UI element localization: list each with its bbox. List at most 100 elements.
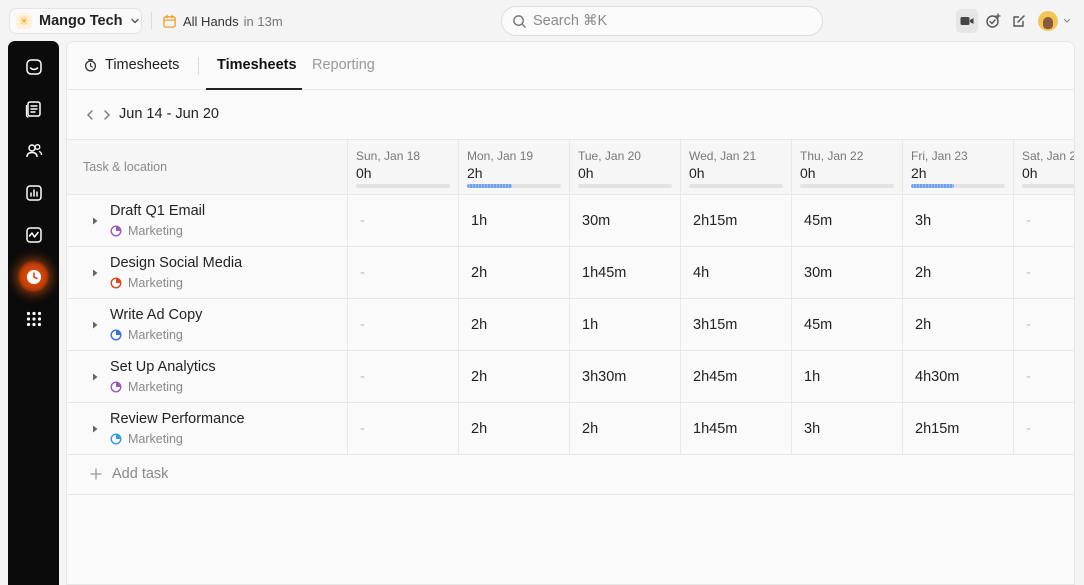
time-cell[interactable]: - [1013,403,1074,454]
time-value: - [360,317,365,333]
rail-inbox[interactable] [18,51,49,82]
time-cell[interactable]: 2h [902,299,1013,350]
time-value: 45m [804,213,833,229]
tab-reporting[interactable]: Reporting [312,57,375,73]
time-value: 2h15m [693,213,738,229]
status-icon [110,329,122,341]
time-value: - [1026,265,1031,281]
time-cell[interactable]: - [1013,247,1074,298]
time-cell[interactable]: 3h30m [569,351,680,402]
time-value: 3h30m [582,369,627,385]
time-value: 3h [915,213,932,229]
workspace-switcher[interactable]: ✳ Mango Tech [9,8,142,34]
rail-apps[interactable] [18,303,49,334]
time-cell[interactable]: 1h [569,299,680,350]
time-value: 2h45m [693,369,738,385]
date-range[interactable]: Jun 14 - Jun 20 [119,106,219,122]
expand-caret-icon[interactable] [91,424,99,434]
chevron-right-icon[interactable] [100,108,114,122]
time-cell[interactable]: 2h [458,351,569,402]
time-cell[interactable]: 45m [791,299,902,350]
time-cell[interactable]: 30m [791,247,902,298]
time-cell[interactable]: 2h [458,247,569,298]
check-circle-plus-icon [986,13,1001,28]
expand-caret-icon[interactable] [91,268,99,278]
grid-header: Task & location Sun, Jan 18 0h Mon, Jan 19… [67,139,1074,195]
task-name[interactable]: Review Performance [110,411,245,427]
time-cell[interactable]: - [1013,299,1074,350]
time-cell[interactable]: 1h45m [680,403,791,454]
rail-dashboards[interactable] [18,177,49,208]
time-cell[interactable]: 45m [791,195,902,246]
task-location: Marketing [110,276,183,290]
time-cell[interactable]: 3h [791,403,902,454]
day-label: Tue, Jan 20 [578,149,641,163]
time-cell[interactable]: - [1013,195,1074,246]
time-cell[interactable]: - [347,403,458,454]
time-cell[interactable]: 1h [791,351,902,402]
time-value: - [360,213,365,229]
time-cell[interactable]: 3h15m [680,299,791,350]
time-cell[interactable]: - [347,351,458,402]
task-name[interactable]: Design Social Media [110,255,242,271]
time-value: 4h [693,265,710,281]
table-row[interactable]: Review Performance Marketing - 2h 2h 1h45m 3h 2… [67,403,1074,455]
tab-timesheets[interactable]: Timesheets [217,57,297,73]
time-cell[interactable]: 4h30m [902,351,1013,402]
search-input[interactable]: Search ⌘K [501,6,823,36]
expand-caret-icon[interactable] [91,372,99,382]
dashboard-icon [25,184,42,201]
time-cell[interactable]: - [1013,351,1074,402]
new-task-button[interactable] [982,9,1004,33]
task-name[interactable]: Write Ad Copy [110,307,202,323]
time-cell[interactable]: 1h45m [569,247,680,298]
time-cell[interactable]: 2h15m [902,403,1013,454]
page-title-label: Timesheets [105,57,180,73]
add-task-button[interactable]: Add task [67,455,1074,495]
task-name[interactable]: Set Up Analytics [110,359,216,375]
time-cell[interactable]: 2h [458,403,569,454]
time-value: - [1026,421,1031,437]
inbox-icon [25,58,42,75]
task-name[interactable]: Draft Q1 Email [110,203,205,219]
video-button[interactable] [956,9,978,33]
rail-pulse[interactable] [18,219,49,250]
day-label: Mon, Jan 19 [467,149,534,163]
time-cell[interactable]: 4h [680,247,791,298]
workspace-name: Mango Tech [39,13,123,29]
table-row[interactable]: Design Social Media Marketing - 2h 1h45m 4h 30… [67,247,1074,299]
time-cell[interactable]: 1h [458,195,569,246]
day-total: 0h [1022,165,1038,181]
time-cell[interactable]: 2h45m [680,351,791,402]
time-cell[interactable]: 2h [458,299,569,350]
expand-caret-icon[interactable] [91,320,99,330]
time-cell[interactable]: 2h15m [680,195,791,246]
time-cell[interactable]: 2h [569,403,680,454]
time-cell[interactable]: 30m [569,195,680,246]
time-cell[interactable]: 2h [902,247,1013,298]
day-column-header: Sun, Jan 18 0h [347,140,458,195]
upcoming-meeting[interactable]: All Hands in 13m [162,12,283,30]
time-value: - [1026,317,1031,333]
time-cell[interactable]: - [347,195,458,246]
time-cell[interactable]: 3h [902,195,1013,246]
time-cell[interactable]: - [347,247,458,298]
rail-timesheets[interactable] [18,261,49,292]
compose-button[interactable] [1008,9,1030,33]
left-rail [8,41,59,585]
edit-icon [1013,15,1025,27]
rail-people[interactable] [18,135,49,166]
tab-bar: Timesheets Timesheets Reporting [67,42,1074,90]
chevron-down-icon[interactable] [1062,16,1072,26]
chevron-left-icon[interactable] [83,108,97,122]
expand-caret-icon[interactable] [91,216,99,226]
avatar[interactable] [1038,11,1058,31]
time-cell[interactable]: - [347,299,458,350]
table-row[interactable]: Write Ad Copy Marketing - 2h 1h 3h15m 45m 2h - [67,299,1074,351]
time-value: - [1026,369,1031,385]
rail-docs[interactable] [18,93,49,124]
day-label: Wed, Jan 21 [689,149,757,163]
day-total: 2h [911,165,927,181]
table-row[interactable]: Draft Q1 Email Marketing - 1h 30m 2h15m 45m 3h - [67,195,1074,247]
table-row[interactable]: Set Up Analytics Marketing - 2h 3h30m 2h45m 1h… [67,351,1074,403]
